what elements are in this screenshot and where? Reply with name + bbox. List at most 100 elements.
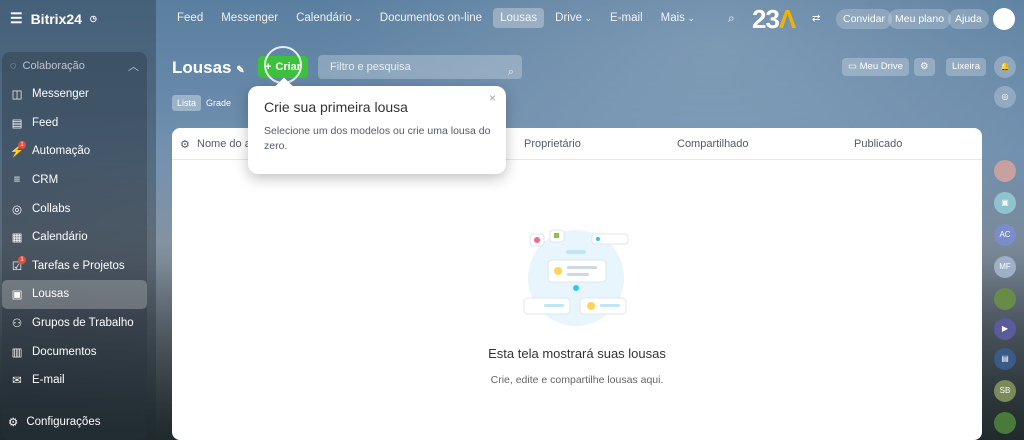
contact-avatar[interactable] [994,288,1016,310]
close-icon[interactable]: × [489,91,496,105]
sidebar-item-label: Grupos de Trabalho [32,317,134,330]
sidebar-item-label: Configurações [26,416,101,428]
trash-button[interactable]: Lixeira [946,58,986,76]
my-plan-button[interactable]: Meu plano [888,9,952,29]
chevron-down-icon: ⌄ [351,13,362,23]
popup-title: Crie sua primeira lousa [264,99,408,115]
video-icon[interactable]: ▶ [994,318,1016,340]
avatar-mf[interactable]: MF [994,256,1016,278]
contact-avatar[interactable] [994,412,1016,434]
sidebar-item-settings[interactable]: ⚙ Configurações [8,415,100,429]
invite-button[interactable]: Convidar [836,9,893,29]
app-name: Bitrix24 [30,10,82,27]
chevron-up-icon[interactable]: ︿ [128,58,139,74]
avatar-ac[interactable]: AC [994,224,1016,246]
column-shared[interactable]: Compartilhado [677,138,749,150]
drive-icon: ▭ [848,61,857,72]
nav-drive[interactable]: Drive ⌄ [548,8,599,28]
sidebar-menu: ◌ Colaboração ︿ ◫ Messenger ▤ Feed ⚡ 1 Automaç… [2,52,147,440]
sidebar: ☰ Bitrix24 ◷ ◌ Colaboração ︿ ◫ Messenger ▤… [0,0,156,440]
collabs-icon: ◎ [11,203,23,216]
contact-avatar[interactable] [994,160,1016,182]
column-name[interactable]: Nome do ar [197,138,254,150]
documents-icon: ▥ [11,346,23,359]
sidebar-item-label: Tarefas e Projetos [32,259,125,272]
copilot-icon[interactable]: ◎ [994,86,1016,108]
sidebar-item-calendário[interactable]: ▦ Calendário [2,223,147,252]
page-title-text: Lousas [172,58,232,77]
pin-icon[interactable]: ✎ [236,65,244,76]
gear-icon: ⚙ [8,417,19,429]
column-owner[interactable]: Proprietário [524,138,581,150]
help-button[interactable]: Ajuda [948,9,989,29]
sidebar-item-grupos-de-trabalho[interactable]: ⚇ Grupos de Trabalho [2,309,147,338]
sidebar-item-lousas[interactable]: ▣ Lousas [2,280,147,309]
page-title: Lousas ✎ [172,58,245,78]
column-settings-icon[interactable]: ⚙ [180,138,190,151]
sidebar-item-collabs[interactable]: ◎ Collabs [2,194,147,223]
chat-group-icon[interactable]: ▣ [994,192,1016,214]
avatar-sb[interactable]: SB [994,380,1016,402]
sidebar-item-label: Automação [32,145,91,158]
chevron-down-icon: ⌄ [684,13,695,23]
onboarding-popup: × Crie sua primeira lousa Selecione um d… [248,86,506,174]
sidebar-item-tarefas-e-projetos[interactable]: ☑ 1 Tarefas e Projetos [2,252,147,281]
sidebar-item-label: Documentos [32,345,97,358]
nav-label: Drive [555,12,582,24]
chevron-down-icon: ⌄ [582,13,593,23]
notification-badge: 1 [18,255,26,264]
view-switcher: Lista Grade [172,95,236,111]
empty-state-subtitle: Crie, edite e compartilhe lousas aqui. [490,374,664,386]
sidebar-item-label: Collabs [32,202,71,215]
sidebar-item-label: Feed [32,116,59,129]
sidebar-item-e-mail[interactable]: ✉ E-mail [2,366,147,395]
popup-text: Selecione um dos modelos ou crie uma lou… [264,125,491,152]
feed-icon: ▤ [11,117,23,130]
search-placeholder: Filtro e pesquisa [330,61,411,73]
board-icon: ▣ [11,289,23,302]
empty-state-illustration [523,229,629,326]
hamburger-menu-icon[interactable]: ☰ [10,10,23,27]
sidebar-item-crm[interactable]: ≡ CRM [2,166,147,195]
search-icon[interactable]: ⌕ [728,11,735,26]
nav-e-mail[interactable]: E-mail [603,8,650,28]
nav-documentos-on-line[interactable]: Documentos on-line [373,8,489,28]
nav-mais[interactable]: Mais ⌄ [654,8,702,28]
nav-feed[interactable]: Feed [170,8,210,28]
search-input[interactable]: Filtro e pesquisa ⌕ [318,55,522,79]
view-list[interactable]: Lista [172,95,202,111]
sidebar-section-header[interactable]: ◌ Colaboração ︿ [2,52,147,80]
book-icon[interactable]: ▤ [994,348,1016,370]
nav-calendário[interactable]: Calendário ⌄ [289,8,369,28]
swap-icon[interactable]: ⇄ [812,13,820,24]
nav-messenger[interactable]: Messenger [214,8,285,28]
logo[interactable]: ☰ Bitrix24 ◷ [10,10,97,27]
sidebar-item-automação[interactable]: ⚡ 1 Automação [2,137,147,166]
collaboration-icon: ◌ [10,60,17,72]
my-drive-button[interactable]: ▭ Meu Drive [842,58,909,76]
empty-state-title: Esta tela mostrará suas lousas [488,346,666,361]
settings-button[interactable]: ⚙ [914,58,935,76]
right-rail: 🔔 ◎ ▣ AC MF ▶ ▤ SB [990,52,1020,440]
gear-icon: ⚙ [920,61,929,72]
bell-icon[interactable]: 🔔 [994,56,1016,78]
nav-lousas[interactable]: Lousas [493,8,545,28]
user-avatar[interactable] [993,8,1015,30]
brand-number: 23 [752,4,780,34]
clock-icon: ◷ [89,14,97,23]
notification-badge: 1 [18,141,26,150]
sidebar-item-documentos[interactable]: ▥ Documentos [2,337,147,366]
top-navigation: Feed Messenger Calendário ⌄ Documentos on-l… [170,8,702,28]
nav-label: Feed [177,12,204,24]
search-icon[interactable]: ⌕ [508,60,514,84]
sidebar-item-label: Calendário [32,231,88,244]
view-grid[interactable]: Grade [201,95,236,111]
sidebar-item-feed[interactable]: ▤ Feed [2,109,147,138]
nav-label: Documentos on-line [379,12,483,24]
sidebar-item-messenger[interactable]: ◫ Messenger [2,80,147,109]
crm-icon: ≡ [13,174,21,187]
nav-label: Messenger [221,12,279,24]
sidebar-section-label: Colaboração [22,60,85,72]
column-published[interactable]: Publicado [854,138,902,150]
sidebar-item-label: Lousas [32,288,70,301]
